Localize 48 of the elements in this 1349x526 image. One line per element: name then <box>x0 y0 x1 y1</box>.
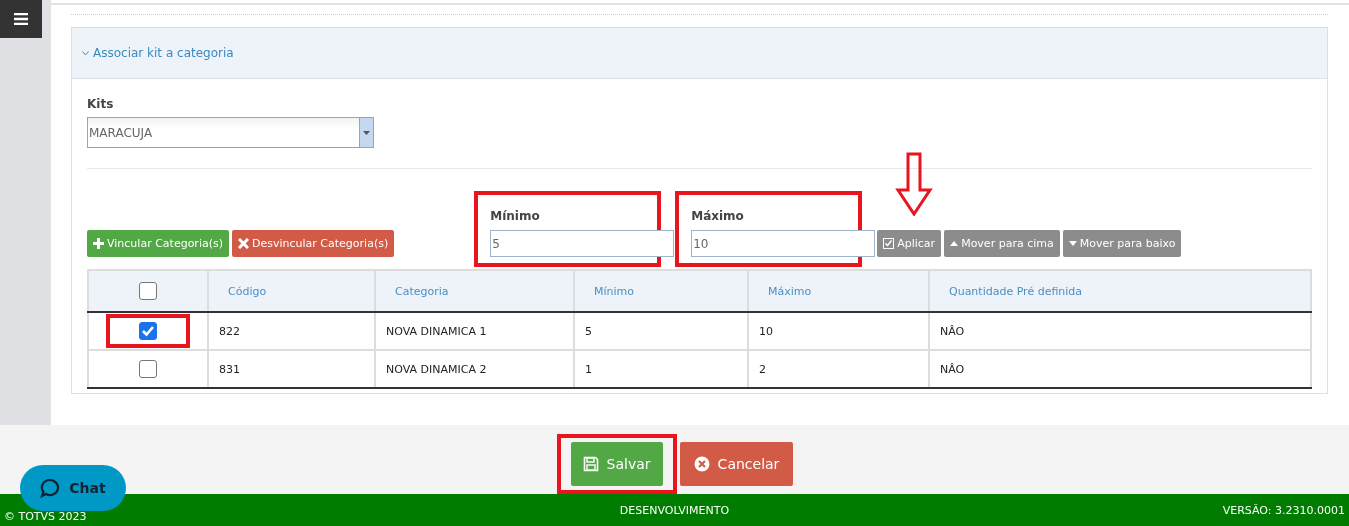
column-header: Categoria <box>375 270 574 312</box>
table-cell: NOVA DINAMICA 2 <box>375 350 574 388</box>
checkbox[interactable] <box>139 360 157 378</box>
table-cell: 1 <box>574 350 748 388</box>
plus-icon <box>93 238 104 249</box>
table-cell: NOVA DINAMICA 1 <box>375 312 574 350</box>
column-header: Máximo <box>748 270 929 312</box>
copyright-text: © TOTVS 2023 <box>4 509 88 523</box>
chevron-down-icon <box>82 50 89 56</box>
table-cell: 10 <box>748 312 929 350</box>
column-header: Mínimo <box>574 270 748 312</box>
chat-button[interactable]: Chat <box>20 465 126 511</box>
table-cell: 831 <box>208 350 375 388</box>
caret-down-icon <box>1068 241 1077 246</box>
environment-label: DESENVOLVIMENTO <box>619 503 730 517</box>
move-up-button[interactable]: Mover para cima <box>944 230 1060 257</box>
move-down-button[interactable]: Mover para baixo <box>1062 230 1182 257</box>
field-label: Mínimo <box>490 209 541 223</box>
input-field[interactable]: 5 <box>490 230 675 257</box>
apply-button[interactable]: Aplicar <box>877 230 942 257</box>
menu-icon <box>14 13 28 25</box>
close-circle-icon <box>693 455 710 472</box>
table-cell: 2 <box>748 350 929 388</box>
unlink-button[interactable]: Desvincular Categoria(s) <box>232 230 395 257</box>
field-label: Kits <box>87 97 115 111</box>
column-header: Quantidade Pré definida <box>929 270 1311 312</box>
link-button[interactable]: Vincular Categoria(s) <box>87 230 229 257</box>
floppy-icon <box>582 455 599 472</box>
table-cell: 822 <box>208 312 375 350</box>
close-icon <box>238 238 249 249</box>
panel-toggle[interactable]: Associar kit a categoria <box>82 46 234 60</box>
version-label: VERSÃO: 3.2310.0001 <box>1222 503 1345 517</box>
menu-button[interactable] <box>0 0 42 38</box>
checkbox-icon <box>883 238 895 249</box>
caret-down-icon <box>363 130 370 135</box>
table-cell: 5 <box>574 312 748 350</box>
checkbox[interactable] <box>139 322 157 340</box>
cancel-button[interactable]: Cancelar <box>679 441 794 486</box>
kits-dropdown[interactable]: MARACUJA <box>87 117 374 148</box>
column-header: Código <box>208 270 375 312</box>
input-field[interactable]: 10 <box>691 230 876 257</box>
caret-up-icon <box>950 241 959 246</box>
speech-bubble-icon <box>40 478 61 498</box>
field-label: Máximo <box>691 209 745 223</box>
save-button[interactable]: Salvar <box>570 441 663 486</box>
table-cell: NÂO <box>929 312 1311 350</box>
checkbox[interactable] <box>139 282 157 300</box>
table-cell: NÂO <box>929 350 1311 388</box>
